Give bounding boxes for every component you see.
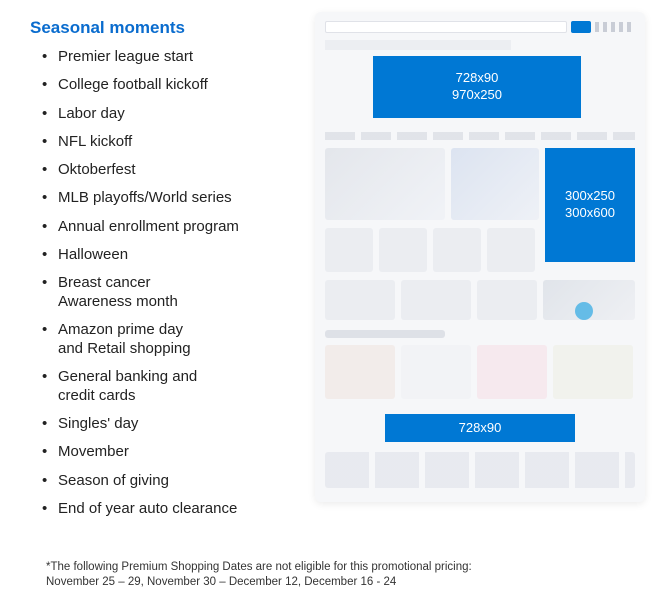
content-placeholder bbox=[553, 345, 633, 399]
list-item: MLB playoffs/World series bbox=[42, 189, 295, 208]
list-item-text: MLB playoffs/World series bbox=[58, 189, 232, 206]
list-item-text: Labor day bbox=[58, 105, 125, 122]
list-item: End of year auto clearance bbox=[42, 500, 295, 519]
list-item-text: Singles' day bbox=[58, 415, 138, 432]
search-button bbox=[571, 21, 591, 33]
moments-list: Premier league start College football kic… bbox=[30, 48, 295, 519]
list-item: Singles' day bbox=[42, 415, 295, 434]
content-placeholder bbox=[325, 345, 395, 399]
search-input bbox=[325, 21, 567, 33]
list-item-text: NFL kickoff bbox=[58, 133, 132, 150]
content-placeholder bbox=[451, 148, 539, 220]
content-placeholder bbox=[477, 280, 537, 320]
list-item: Amazon prime day and Retail shopping bbox=[42, 321, 295, 359]
list-item: General banking and credit cards bbox=[42, 368, 295, 406]
content-placeholder bbox=[487, 228, 535, 272]
mockup-nav bbox=[325, 40, 635, 50]
list-item-text: Oktoberfest bbox=[58, 161, 136, 178]
content-placeholder bbox=[433, 228, 481, 272]
ad-slot-bottom: 728x90 bbox=[385, 414, 575, 442]
list-item: College football kickoff bbox=[42, 76, 295, 95]
list-item: Halloween bbox=[42, 246, 295, 265]
list-item: Oktoberfest bbox=[42, 161, 295, 180]
list-item-text: Premier league start bbox=[58, 48, 193, 65]
content-placeholder bbox=[325, 148, 445, 220]
list-item-text: Movember bbox=[58, 443, 129, 460]
list-item: Annual enrollment program bbox=[42, 218, 295, 237]
list-item-text: General banking and bbox=[58, 368, 197, 385]
ad-size-label: 728x90 bbox=[456, 70, 499, 87]
content-placeholder bbox=[325, 280, 395, 320]
content-placeholder bbox=[325, 228, 373, 272]
list-item-text: End of year auto clearance bbox=[58, 500, 237, 517]
list-item-text: Season of giving bbox=[58, 472, 169, 489]
content-placeholder bbox=[379, 228, 427, 272]
footnote-line: *The following Premium Shopping Dates ar… bbox=[46, 560, 472, 576]
ad-slot-side: 300x250 300x600 bbox=[545, 148, 635, 262]
list-item-text: Awareness month bbox=[58, 293, 178, 310]
mockup-topbar bbox=[325, 20, 635, 34]
ad-slot-top: 728x90 970x250 bbox=[373, 56, 581, 118]
list-item: NFL kickoff bbox=[42, 133, 295, 152]
content-placeholder bbox=[325, 330, 445, 338]
header-icons bbox=[595, 22, 635, 32]
list-item-text: Annual enrollment program bbox=[58, 218, 239, 235]
content-placeholder bbox=[575, 302, 593, 320]
ad-size-label: 970x250 bbox=[452, 87, 502, 104]
mockup-subnav bbox=[325, 132, 635, 140]
footnote-line: November 25 – 29, November 30 – December… bbox=[46, 575, 472, 591]
webpage-mockup: 728x90 970x250 300x250 300x600 728x90 bbox=[315, 12, 645, 502]
content-placeholder bbox=[325, 452, 635, 488]
list-item: Movember bbox=[42, 443, 295, 462]
ad-size-label: 300x600 bbox=[565, 205, 615, 222]
list-item: Season of giving bbox=[42, 472, 295, 491]
left-column: Seasonal moments Premier league start Col… bbox=[30, 18, 295, 528]
list-item: Labor day bbox=[42, 105, 295, 124]
ad-size-label: 728x90 bbox=[459, 420, 502, 437]
list-item: Breast cancer Awareness month bbox=[42, 274, 295, 312]
content-placeholder bbox=[401, 345, 471, 399]
list-item-text: and Retail shopping bbox=[58, 340, 191, 357]
list-item-text: Breast cancer bbox=[58, 274, 151, 291]
footnote: *The following Premium Shopping Dates ar… bbox=[46, 560, 472, 591]
content-placeholder bbox=[477, 345, 547, 399]
section-title: Seasonal moments bbox=[30, 18, 295, 38]
ad-size-label: 300x250 bbox=[565, 188, 615, 205]
content-placeholder bbox=[401, 280, 471, 320]
list-item: Premier league start bbox=[42, 48, 295, 67]
list-item-text: Halloween bbox=[58, 246, 128, 263]
list-item-text: Amazon prime day bbox=[58, 321, 183, 338]
list-item-text: College football kickoff bbox=[58, 76, 208, 93]
list-item-text: credit cards bbox=[58, 387, 136, 404]
